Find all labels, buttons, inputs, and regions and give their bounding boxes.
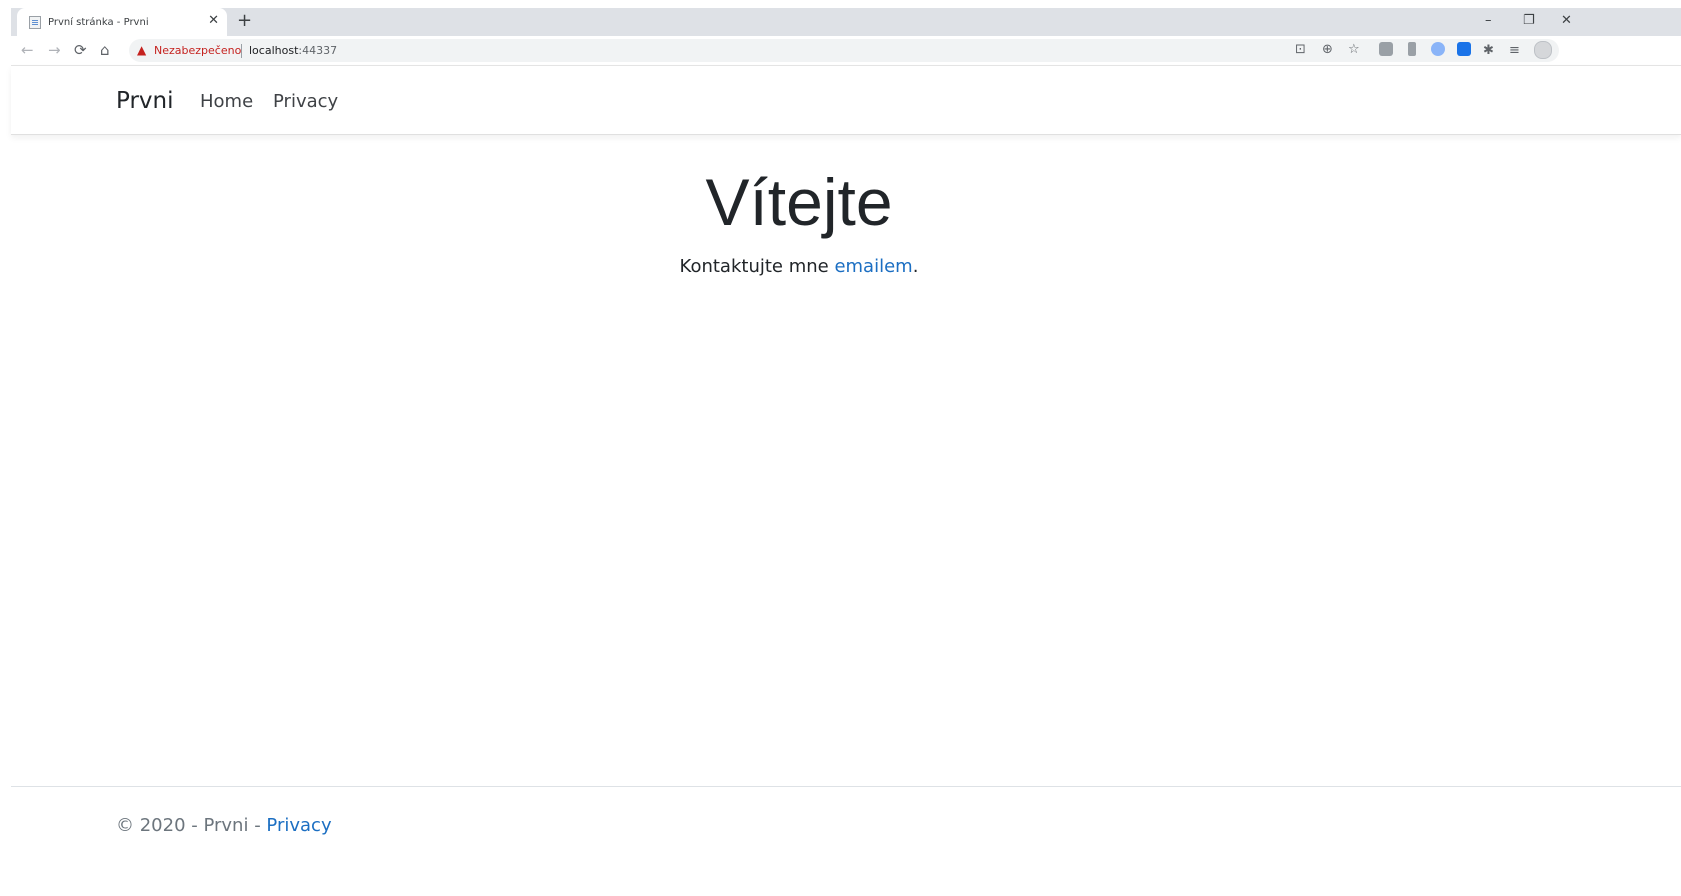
site-footer: © 2020 - Prvni - Privacy: [11, 786, 1681, 896]
omnibox-divider: [241, 44, 242, 58]
footer-privacy-link[interactable]: Privacy: [266, 815, 331, 836]
tab-title: První stránka - Prvni: [48, 16, 149, 28]
copyright-text: © 2020 - Prvni -: [116, 815, 267, 836]
page-heading: Vítejte: [705, 165, 893, 239]
forward-arrow-icon[interactable]: →: [48, 40, 61, 60]
extension-blue-app-icon[interactable]: [1457, 42, 1471, 56]
extensions-puzzle-icon[interactable]: ✱: [1483, 41, 1494, 61]
url-host: localhost: [249, 44, 299, 57]
address-bar[interactable]: ▲ Nezabezpečeno localhost:44337 ⊡ ⊕ ☆: [129, 39, 1559, 62]
bookmark-star-icon[interactable]: ☆: [1348, 42, 1360, 58]
contact-suffix: .: [912, 256, 919, 277]
home-icon[interactable]: ⌂: [100, 40, 110, 60]
extension-download-icon[interactable]: [1408, 42, 1416, 56]
extension-shield-icon[interactable]: [1379, 42, 1393, 56]
url-text[interactable]: localhost:44337: [249, 43, 337, 58]
translate-icon[interactable]: ⊡: [1295, 42, 1306, 58]
profile-avatar-icon[interactable]: [1534, 41, 1552, 59]
restore-icon[interactable]: ❐: [1523, 14, 1535, 28]
contact-prefix: Kontaktujte mne: [679, 256, 835, 277]
reload-icon[interactable]: ⟳: [74, 40, 87, 60]
contact-paragraph: Kontaktujte mne emailem.: [11, 254, 1587, 280]
nav-link-home[interactable]: Home: [200, 90, 253, 114]
security-status[interactable]: Nezabezpečeno: [154, 43, 241, 58]
close-window-icon[interactable]: ✕: [1561, 14, 1572, 28]
tab-close-icon[interactable]: ✕: [208, 13, 219, 29]
window-edge: [0, 0, 11, 895]
minimize-icon[interactable]: –: [1485, 14, 1492, 28]
tab-strip: První stránka - Prvni ✕ + – ❐ ✕: [11, 8, 1681, 36]
email-link[interactable]: emailem: [834, 256, 912, 277]
media-queue-icon[interactable]: ≡: [1509, 41, 1520, 61]
footer-text: © 2020 - Prvni - Privacy: [116, 814, 332, 838]
site-navbar: Prvni Home Privacy: [11, 66, 1681, 135]
page-favicon-icon: [29, 15, 41, 29]
new-tab-icon[interactable]: +: [237, 10, 252, 32]
warning-icon[interactable]: ▲: [137, 42, 146, 58]
site-brand[interactable]: Prvni: [116, 86, 174, 116]
back-arrow-icon[interactable]: ←: [21, 40, 34, 60]
browser-toolbar: ← → ⟳ ⌂ ▲ Nezabezpečeno localhost:44337 …: [11, 36, 1681, 66]
zoom-icon[interactable]: ⊕: [1322, 42, 1333, 58]
extension-cloud-icon[interactable]: [1431, 42, 1445, 56]
nav-link-privacy[interactable]: Privacy: [273, 90, 338, 114]
url-port: :44337: [298, 44, 338, 57]
main-content: Vítejte Kontaktujte mne emailem.: [11, 160, 1587, 280]
browser-tab[interactable]: První stránka - Prvni ✕: [17, 8, 227, 36]
